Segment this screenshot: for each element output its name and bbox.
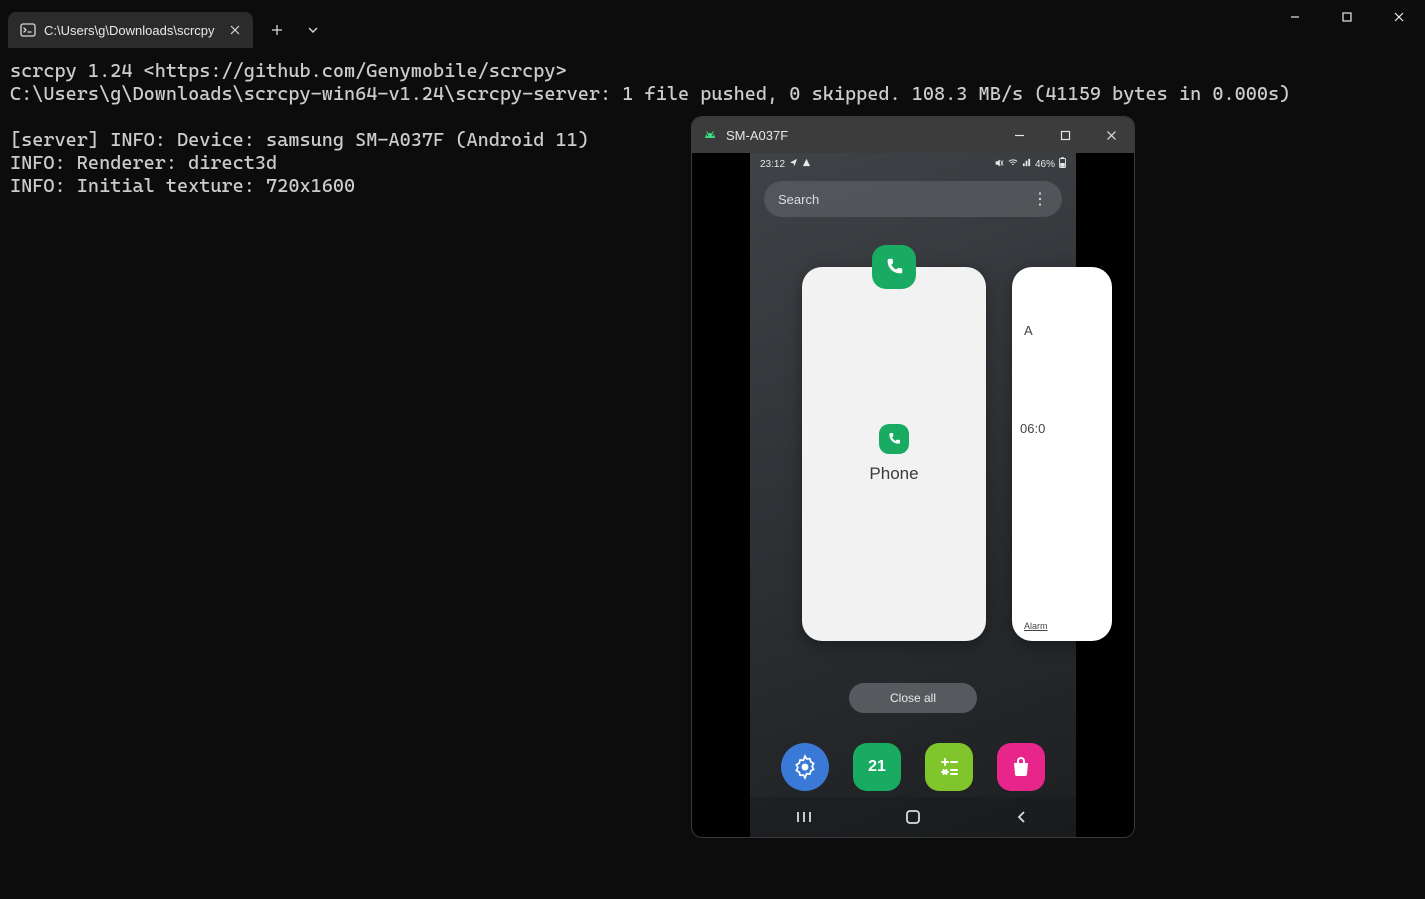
recents-card-phone[interactable]: Phone (802, 267, 986, 641)
status-warning-icon (802, 158, 811, 170)
recents-area[interactable]: Phone A 06:0 Alarm (750, 243, 1076, 673)
dock-calendar-icon[interactable]: 21 (853, 743, 901, 791)
side-card-time: 06:0 (1020, 421, 1045, 436)
calendar-day: 21 (868, 758, 886, 776)
status-send-icon (789, 158, 798, 170)
nav-home-button[interactable] (893, 808, 933, 826)
minimize-button[interactable] (1269, 0, 1321, 34)
close-all-label: Close all (890, 691, 936, 705)
dock: 21 (750, 743, 1076, 791)
status-bar: 23:12 (750, 153, 1076, 175)
tab-close-button[interactable] (227, 22, 243, 38)
android-icon (702, 127, 718, 143)
terminal-host-window: C:\Users\g\Downloads\scrcpy scrcpy 1.24 … (0, 0, 1425, 899)
dock-settings-icon[interactable] (781, 743, 829, 791)
scrcpy-title: SM-A037F (726, 128, 788, 143)
terminal-line: [server] INFO: Device: samsung SM-A037F … (10, 129, 589, 151)
tab-dropdown-button[interactable] (295, 12, 331, 48)
terminal-icon (20, 22, 36, 38)
maximize-button[interactable] (1321, 0, 1373, 34)
window-controls (1269, 0, 1425, 34)
more-options-icon[interactable]: ⋮ (1032, 189, 1048, 209)
title-bar[interactable]: C:\Users\g\Downloads\scrcpy (0, 0, 1425, 48)
dock-store-icon[interactable] (997, 743, 1045, 791)
close-all-button[interactable]: Close all (849, 683, 977, 713)
signal-icon (1022, 158, 1031, 170)
scrcpy-window[interactable]: SM-A037F 23:12 (692, 117, 1134, 837)
wifi-icon (1008, 158, 1018, 171)
dock-calculator-icon[interactable] (925, 743, 973, 791)
nav-recents-button[interactable] (784, 810, 824, 824)
status-time: 23:12 (760, 159, 785, 170)
terminal-tab[interactable]: C:\Users\g\Downloads\scrcpy (8, 12, 253, 48)
recents-search[interactable]: Search ⋮ (764, 181, 1062, 217)
terminal-line: scrcpy 1.24 <https://github.com/Genymobi… (10, 60, 567, 82)
terminal-line: INFO: Renderer: direct3d (10, 152, 277, 174)
battery-icon (1059, 157, 1066, 171)
recents-card-label: Phone (869, 464, 918, 484)
tab-title: C:\Users\g\Downloads\scrcpy (44, 23, 215, 38)
phone-app-icon (879, 424, 909, 454)
nav-back-button[interactable] (1002, 810, 1042, 824)
side-card-letter: A (1024, 323, 1033, 338)
terminal-line: C:\Users\g\Downloads\scrcpy-win64-v1.24\… (10, 83, 1290, 105)
close-button[interactable] (1373, 0, 1425, 34)
scrcpy-maximize-button[interactable] (1042, 117, 1088, 153)
scrcpy-window-controls (996, 117, 1134, 153)
scrcpy-close-button[interactable] (1088, 117, 1134, 153)
recents-card-clock[interactable]: A 06:0 Alarm (1012, 267, 1112, 641)
scrcpy-minimize-button[interactable] (996, 117, 1042, 153)
search-placeholder: Search (778, 192, 819, 207)
terminal-line: INFO: Initial texture: 720x1600 (10, 175, 355, 197)
side-card-alarm-label: Alarm (1024, 621, 1048, 631)
app-chip-phone-icon[interactable] (872, 245, 916, 289)
phone-screen[interactable]: 23:12 (750, 153, 1076, 837)
scrcpy-title-bar[interactable]: SM-A037F (692, 117, 1134, 153)
battery-text: 46% (1035, 159, 1055, 170)
android-nav-bar (750, 797, 1076, 837)
new-tab-button[interactable] (259, 12, 295, 48)
mute-icon (994, 158, 1004, 171)
